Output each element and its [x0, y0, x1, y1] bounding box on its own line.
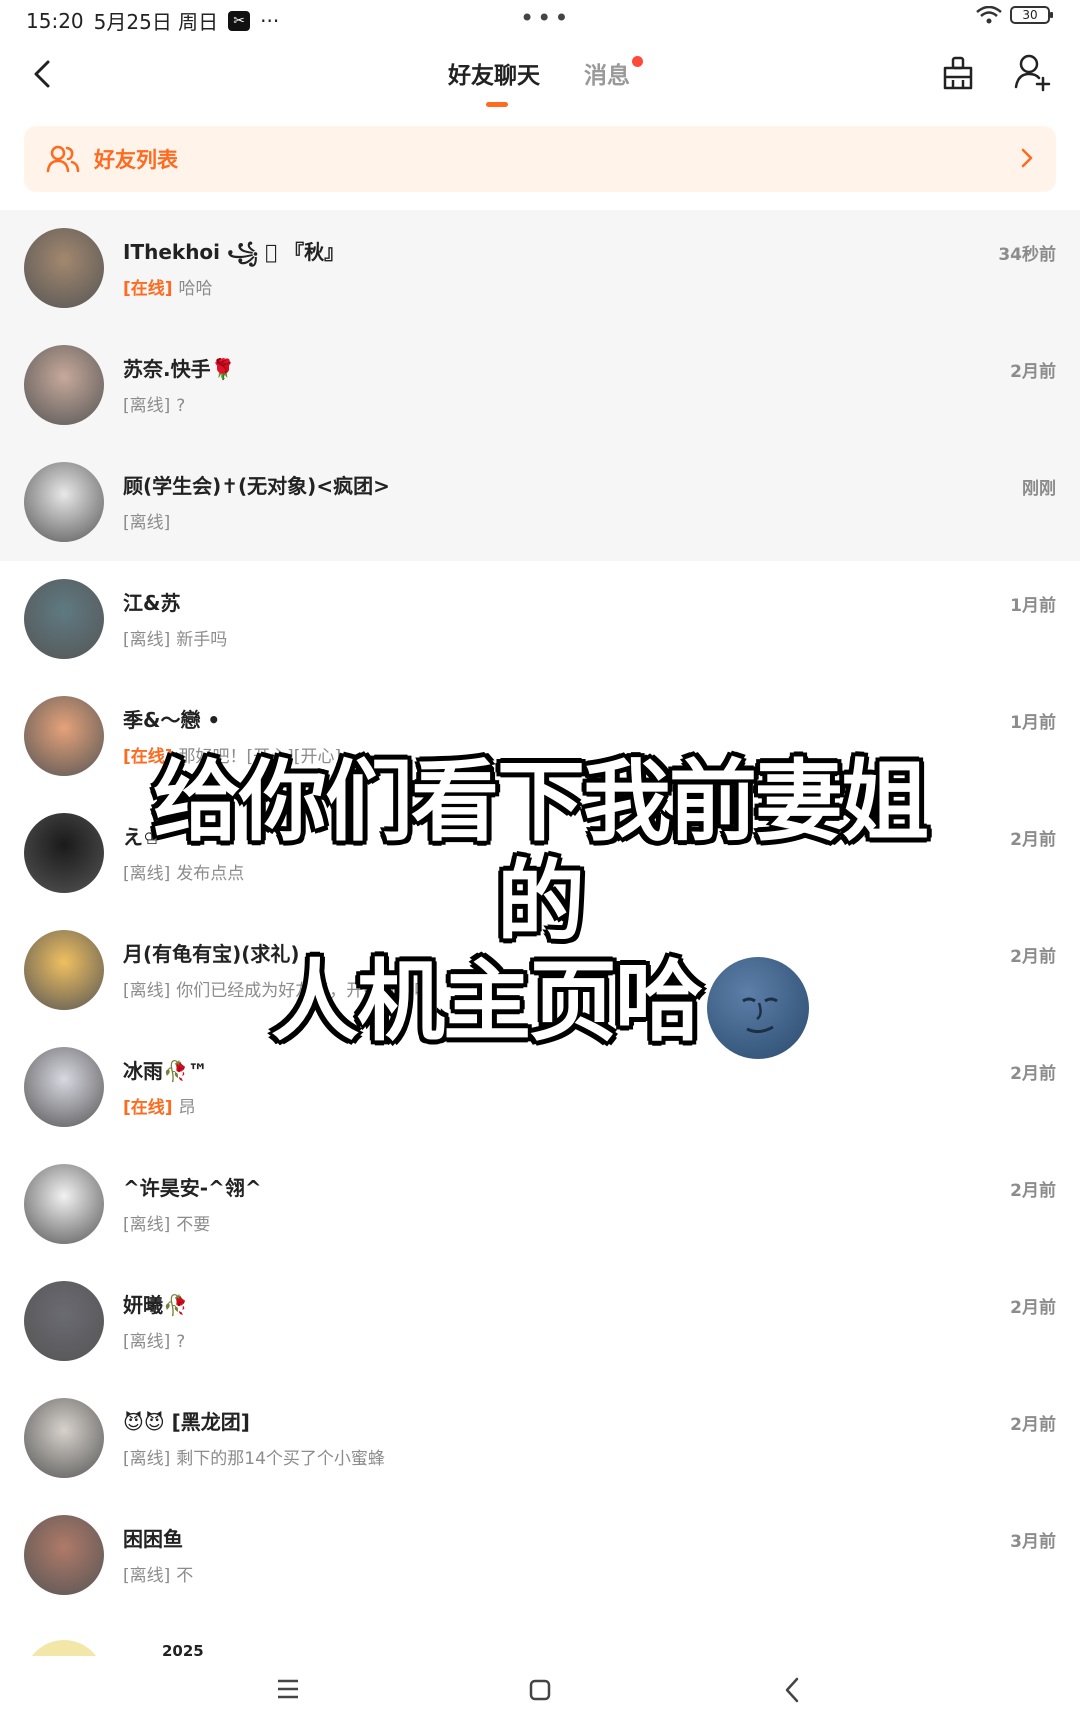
- home-icon[interactable]: [528, 1678, 552, 1702]
- last-message: 剩下的那14个买了个小蜜蜂: [176, 1449, 385, 1469]
- friend-name: 冰雨🥀™: [123, 1059, 208, 1083]
- caption-line-2: 人机主页哈: [150, 952, 930, 1060]
- friend-row[interactable]: 苏奈.快手🌹 [离线]? 2月前: [0, 327, 1080, 444]
- last-message-time: 1月前: [1010, 713, 1056, 733]
- avatar[interactable]: [24, 930, 104, 1010]
- avatar[interactable]: [24, 1515, 104, 1595]
- last-message-time: 2月前: [1010, 1181, 1056, 1201]
- avatar[interactable]: [24, 1164, 104, 1244]
- online-status: [离线]: [123, 1215, 171, 1235]
- friend-name: 妍曦🥀: [123, 1293, 188, 1317]
- active-tab-indicator: [486, 102, 508, 107]
- avatar[interactable]: [24, 813, 104, 893]
- avatar[interactable]: [24, 1047, 104, 1127]
- clean-broom-icon[interactable]: [938, 54, 978, 94]
- message-preview: [在线] 哈哈: [123, 274, 213, 299]
- avatar[interactable]: [24, 345, 104, 425]
- wifi-icon: [976, 6, 1002, 24]
- avatar[interactable]: [24, 1281, 104, 1361]
- online-status: [离线]: [123, 513, 171, 533]
- window-dots[interactable]: •••: [520, 4, 571, 32]
- tab-messages[interactable]: 消息: [584, 56, 630, 90]
- caption-line-1: 给你们看下我前妻姐的: [152, 750, 929, 953]
- message-preview: [离线] 剩下的那14个买了个小蜜蜂: [123, 1444, 385, 1469]
- message-preview: [离线]?: [123, 1327, 185, 1352]
- friend-name: 季&～戀 •: [123, 708, 221, 732]
- friend-name: 顾(学生会)✝(无对象)<疯团>: [123, 474, 390, 498]
- friend-name: 苏奈.快手🌹: [123, 357, 236, 381]
- message-preview: [离线] 新手吗: [123, 625, 227, 650]
- chevron-right-icon: [1021, 148, 1033, 168]
- last-message-time: 2月前: [1010, 1415, 1056, 1435]
- avatar[interactable]: [24, 696, 104, 776]
- capcut-icon: ✂: [228, 10, 251, 31]
- friend-row[interactable]: 顾(学生会)✝(无对象)<疯团> [离线] 刚刚: [0, 444, 1080, 561]
- friend-name: 困困鱼: [123, 1527, 183, 1551]
- status-bar: 15:20 5月25日 周日 ✂ ··· ••• 30: [0, 0, 1080, 40]
- message-preview: [离线] 不: [123, 1561, 193, 1586]
- avatar[interactable]: [24, 579, 104, 659]
- top-bar: 好友聊天 消息: [0, 40, 1080, 120]
- last-message: 哈哈: [178, 279, 213, 299]
- unread-dot: [632, 56, 643, 67]
- online-status: [离线]: [123, 630, 171, 650]
- nav-back-icon[interactable]: [782, 1676, 802, 1704]
- online-status: [离线]: [123, 1566, 171, 1586]
- friend-row[interactable]: 江&苏 [离线] 新手吗 1月前: [0, 561, 1080, 678]
- online-status: [离线]: [123, 1332, 171, 1352]
- moon-face-icon: [707, 957, 809, 1060]
- last-message-time: 2月前: [1010, 1064, 1056, 1084]
- avatar: [24, 1640, 104, 1656]
- online-status: [离线]: [123, 1449, 171, 1469]
- message-preview: [在线] 昂: [123, 1093, 196, 1118]
- friend-row[interactable]: IThekhoi ꧁ ⃢ 『秋』 [在线] 哈哈 34秒前: [0, 210, 1080, 327]
- add-friend-icon[interactable]: [1012, 52, 1052, 92]
- friend-row[interactable]: 妍曦🥀 [离线]? 2月前: [0, 1263, 1080, 1380]
- last-message: ?: [176, 396, 186, 416]
- message-preview: [离线] 不要: [123, 1210, 210, 1235]
- friend-list-label: 好友列表: [94, 148, 178, 172]
- last-message-time: 34秒前: [998, 245, 1056, 265]
- last-message: 昂: [178, 1098, 196, 1118]
- last-message-time: 2月前: [1010, 1298, 1056, 1318]
- friend-row[interactable]: 困困鱼 [离线] 不 3月前: [0, 1497, 1080, 1614]
- message-preview: [离线]: [123, 508, 176, 533]
- last-message-time: 2月前: [1010, 947, 1056, 967]
- friend-name: ^许昊安-^翎^: [123, 1176, 262, 1200]
- friend-list-banner[interactable]: 好友列表: [24, 126, 1056, 192]
- last-message: ?: [176, 1332, 186, 1352]
- friend-name: IThekhoi ꧁ ⃢ 『秋』: [123, 240, 345, 264]
- overlay-caption: 给你们看下我前妻姐的 人机主页哈: [150, 750, 930, 1060]
- more-dots-icon: ···: [260, 8, 280, 33]
- last-message: 新手吗: [176, 630, 228, 650]
- last-message-time: 2月前: [1010, 362, 1056, 382]
- online-status: [离线]: [123, 396, 171, 416]
- menu-icon[interactable]: [276, 1678, 300, 1700]
- tab-friend-chat[interactable]: 好友聊天: [448, 56, 540, 90]
- battery-icon: 30: [1010, 6, 1053, 24]
- avatar[interactable]: [24, 462, 104, 542]
- friend-name: 😈😈 [黑龙团]: [123, 1410, 250, 1434]
- friend-row[interactable]: 😈😈 [黑龙团] [离线] 剩下的那14个买了个小蜜蜂 2月前: [0, 1380, 1080, 1497]
- friend-row[interactable]: ^许昊安-^翎^ [离线] 不要 2月前: [0, 1146, 1080, 1263]
- status-date: 5月25日 周日: [93, 10, 219, 34]
- partial-row[interactable]: 2025: [0, 1614, 1080, 1656]
- last-message-time: 2月前: [1010, 830, 1056, 850]
- avatar[interactable]: [24, 228, 104, 308]
- online-status: [在线]: [123, 279, 173, 299]
- people-icon: [46, 145, 80, 173]
- last-message-time: 刚刚: [1022, 479, 1056, 499]
- back-icon[interactable]: [22, 54, 62, 94]
- friend-name: 江&苏: [123, 591, 181, 615]
- message-preview: [离线]?: [123, 391, 185, 416]
- avatar[interactable]: [24, 1398, 104, 1478]
- last-message: 不: [176, 1566, 194, 1586]
- status-time: 15:20: [26, 8, 84, 33]
- friend-name: 2025: [162, 1642, 204, 1656]
- last-message-time: 3月前: [1010, 1532, 1056, 1552]
- system-nav-bar: [0, 1656, 1080, 1728]
- online-status: [在线]: [123, 1098, 173, 1118]
- last-message: 不要: [176, 1215, 211, 1235]
- last-message-time: 1月前: [1010, 596, 1056, 616]
